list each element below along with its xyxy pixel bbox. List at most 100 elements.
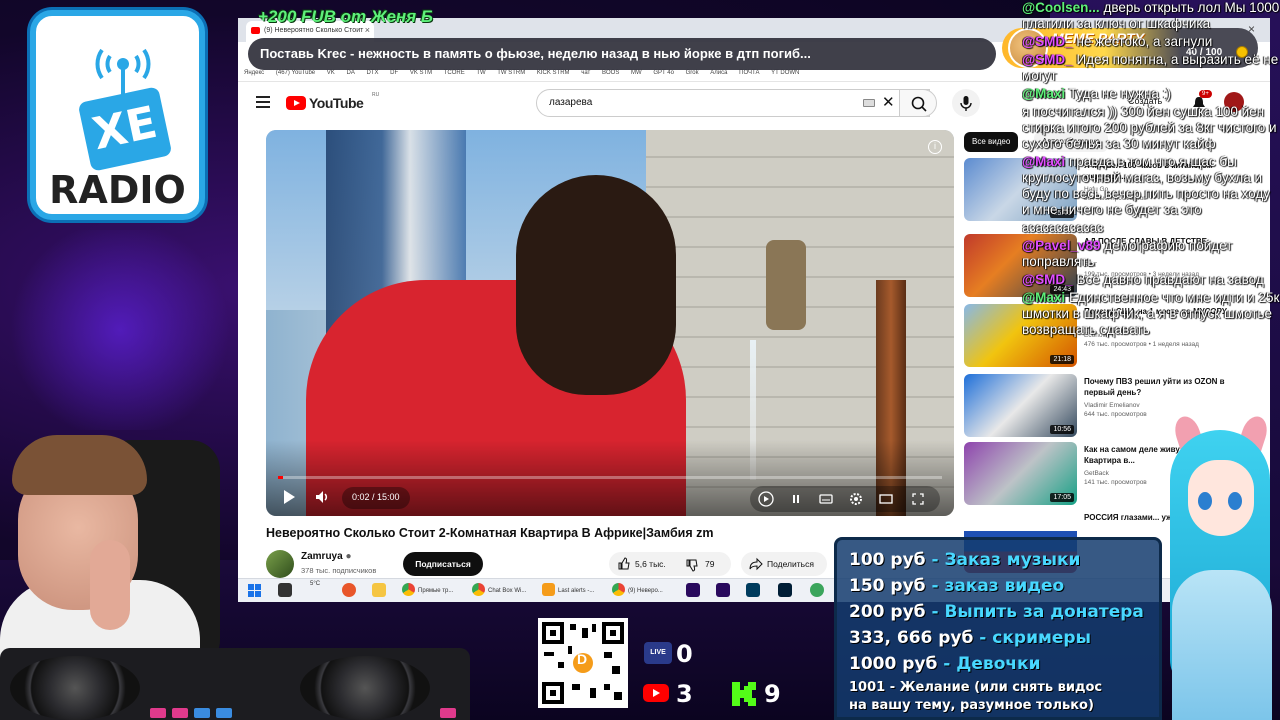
bookmark-item[interactable]: KICK STRM bbox=[537, 70, 570, 76]
youtube-counter-icon bbox=[642, 682, 670, 704]
video-player[interactable]: i 0:02 / 15:00 bbox=[266, 130, 954, 516]
bookmark-item[interactable]: TW bbox=[476, 70, 485, 76]
chat-message: @Maxi Туда не нужна :) bbox=[1022, 86, 1280, 102]
task-view-icon[interactable] bbox=[278, 583, 292, 597]
radio-label: RADIO bbox=[49, 168, 186, 212]
price-row: 150 руб - заказ видео bbox=[849, 576, 1065, 596]
premiere-pro-icon[interactable] bbox=[686, 583, 700, 597]
kick-counter: 9 bbox=[764, 680, 781, 708]
chat-message: @SMD_ не жестоко, а загнули bbox=[1022, 34, 1280, 50]
video-frame-person-head bbox=[516, 175, 676, 395]
channel-subscribers: 378 тыс. подписчиков bbox=[301, 566, 377, 575]
thumbs-up-icon[interactable] bbox=[617, 557, 631, 571]
channel-avatar[interactable] bbox=[266, 550, 294, 578]
xe-radio-logo: XE RADIO bbox=[30, 10, 205, 220]
kick-counter-icon bbox=[730, 680, 758, 708]
subscribe-button[interactable]: Подписаться bbox=[403, 552, 483, 576]
dj-pad bbox=[150, 708, 166, 718]
streamer-hair bbox=[12, 435, 147, 495]
menu-icon[interactable] bbox=[256, 96, 270, 108]
bookmark-item[interactable]: (467) YouTube bbox=[276, 70, 315, 76]
channel-name[interactable]: Zamruya ● bbox=[301, 551, 352, 562]
theater-mode-icon[interactable] bbox=[878, 491, 894, 507]
chat-text: Всё давно правдают на завод bbox=[1076, 272, 1264, 287]
chat-username: @Coolsen... bbox=[1022, 0, 1100, 15]
xe-brand-mark: XE bbox=[77, 86, 173, 172]
subtitles-icon[interactable] bbox=[818, 491, 834, 507]
youtube-counter: 3 bbox=[676, 680, 693, 708]
file-explorer-icon[interactable] bbox=[372, 583, 386, 597]
search-icon bbox=[911, 96, 927, 112]
chat-message: @SMD_ Всё давно правдают на завод bbox=[1022, 272, 1280, 288]
bookmark-item[interactable]: чат bbox=[581, 70, 590, 76]
streamer-hand bbox=[90, 540, 130, 630]
price-note: 1001 - Желание (или снять видос bbox=[849, 680, 1103, 695]
bookmark-item[interactable]: TCORE bbox=[444, 70, 465, 76]
anime-vtuber-avatar bbox=[1162, 410, 1280, 720]
bookmark-item[interactable]: DF bbox=[390, 70, 398, 76]
play-icon[interactable] bbox=[280, 488, 298, 506]
bookmark-item[interactable]: BOOS bbox=[602, 70, 619, 76]
chat-username: @SMD_ bbox=[1022, 52, 1073, 67]
search-input[interactable]: лазарева ✕ bbox=[536, 89, 930, 117]
search-button[interactable] bbox=[899, 89, 937, 117]
chrome-icon bbox=[472, 583, 485, 596]
voice-search-button[interactable] bbox=[952, 89, 980, 117]
bookmark-item[interactable]: YT DOWN bbox=[771, 70, 799, 76]
video-frame-tap bbox=[766, 240, 806, 330]
qr-center-label: D bbox=[577, 651, 588, 667]
donation-alert-bar: Поставь Krec - нежность в память о фьюзе… bbox=[248, 38, 996, 70]
bookmark-item[interactable]: ПОЧТА bbox=[739, 70, 759, 76]
settings-gear-icon[interactable] bbox=[848, 491, 864, 507]
weather-widget[interactable]: 5°C bbox=[310, 581, 320, 587]
taskbar-app-chrome[interactable]: Chat Box Wi... bbox=[472, 582, 526, 600]
bookmark-item[interactable]: Яндекс bbox=[244, 70, 264, 76]
taskbar-app-donationalerts[interactable]: Last alerts -... bbox=[542, 582, 594, 600]
dislike-count[interactable]: 79 bbox=[705, 559, 714, 569]
jog-wheel-left bbox=[10, 656, 140, 720]
live-counter: 0 bbox=[676, 640, 693, 668]
dj-pad bbox=[216, 708, 232, 718]
share-icon bbox=[749, 557, 763, 571]
autoplay-toggle-icon[interactable] bbox=[758, 491, 774, 507]
taskbar-app-chrome[interactable]: Прямые тр... bbox=[402, 582, 453, 600]
volume-icon[interactable] bbox=[314, 488, 332, 506]
live-counter-icon: LIVE bbox=[644, 642, 672, 664]
chat-username: @Maxi bbox=[1022, 86, 1066, 101]
chat-text: не жестоко, а загнули bbox=[1076, 34, 1213, 49]
network-app-icon[interactable] bbox=[810, 583, 824, 597]
info-icon[interactable]: i bbox=[928, 140, 942, 154]
share-button[interactable]: Поделиться bbox=[741, 552, 827, 576]
jog-wheel-right bbox=[300, 656, 430, 720]
bookmark-item[interactable]: MW bbox=[631, 70, 642, 76]
windows-start-icon[interactable] bbox=[248, 584, 262, 598]
clear-search-icon[interactable]: ✕ bbox=[882, 93, 895, 111]
keyboard-icon[interactable] bbox=[863, 99, 875, 107]
chip-all-videos[interactable]: Все видео bbox=[964, 132, 1019, 152]
bookmark-item[interactable]: VK STM bbox=[410, 70, 432, 76]
bookmark-item[interactable]: Grok bbox=[686, 70, 699, 76]
bookmark-item[interactable]: GPT 4o bbox=[653, 70, 674, 76]
progress-bar[interactable] bbox=[278, 476, 942, 479]
pause-small-icon[interactable] bbox=[788, 491, 804, 507]
avatar-eye bbox=[1198, 492, 1212, 510]
fullscreen-icon[interactable] bbox=[910, 491, 926, 507]
firefox-icon[interactable] bbox=[342, 583, 356, 597]
like-count[interactable]: 5,6 тыс. bbox=[635, 559, 666, 569]
taskbar-app-chrome[interactable]: (9) Неверо... bbox=[612, 582, 663, 600]
chat-text: я посчитался )) 300 йен сушка 100 йен ст… bbox=[1022, 104, 1277, 151]
bookmark-item[interactable]: DTX bbox=[367, 70, 379, 76]
audition-icon[interactable] bbox=[746, 583, 760, 597]
dj-pad bbox=[440, 708, 456, 718]
chat-username: @Maxi bbox=[1022, 290, 1066, 305]
bookmark-item[interactable]: Алиса bbox=[710, 70, 727, 76]
bookmark-item[interactable]: VK bbox=[327, 70, 335, 76]
bookmark-item[interactable]: TW STRM bbox=[497, 70, 525, 76]
premiere-pro-icon-2[interactable] bbox=[716, 583, 730, 597]
photoshop-icon[interactable] bbox=[778, 583, 792, 597]
bookmark-item[interactable]: DA bbox=[346, 70, 354, 76]
price-row: 200 руб - Выпить за донатера bbox=[849, 602, 1144, 622]
thumbs-down-icon[interactable] bbox=[685, 558, 699, 572]
dj-pad bbox=[194, 708, 210, 718]
donation-qr-code: D bbox=[538, 618, 628, 708]
